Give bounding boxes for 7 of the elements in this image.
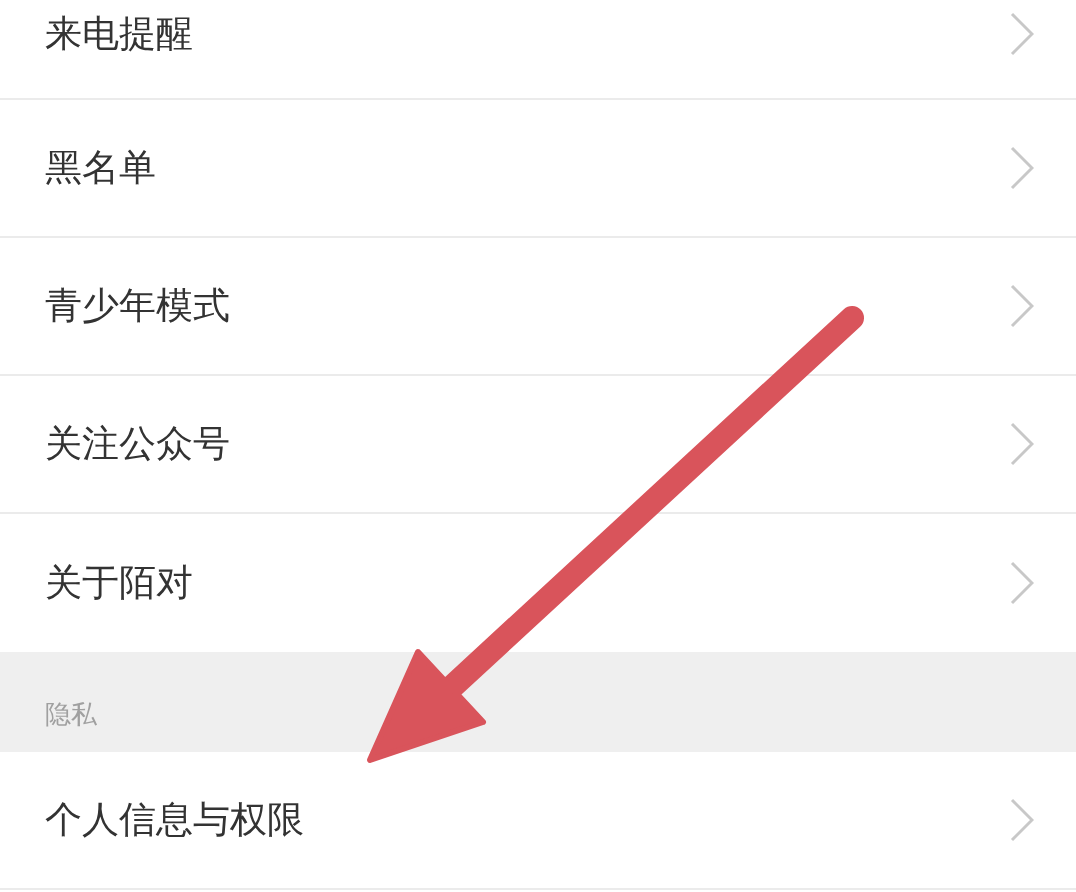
chevron-right-icon xyxy=(1010,146,1034,190)
chevron-right-icon xyxy=(1010,422,1034,466)
chevron-right-icon xyxy=(1010,561,1034,605)
chevron-right-icon xyxy=(1010,284,1034,328)
chevron-right-icon xyxy=(1010,12,1034,56)
chevron-right-icon xyxy=(1010,798,1034,842)
section-header: 隐私 xyxy=(45,698,97,731)
